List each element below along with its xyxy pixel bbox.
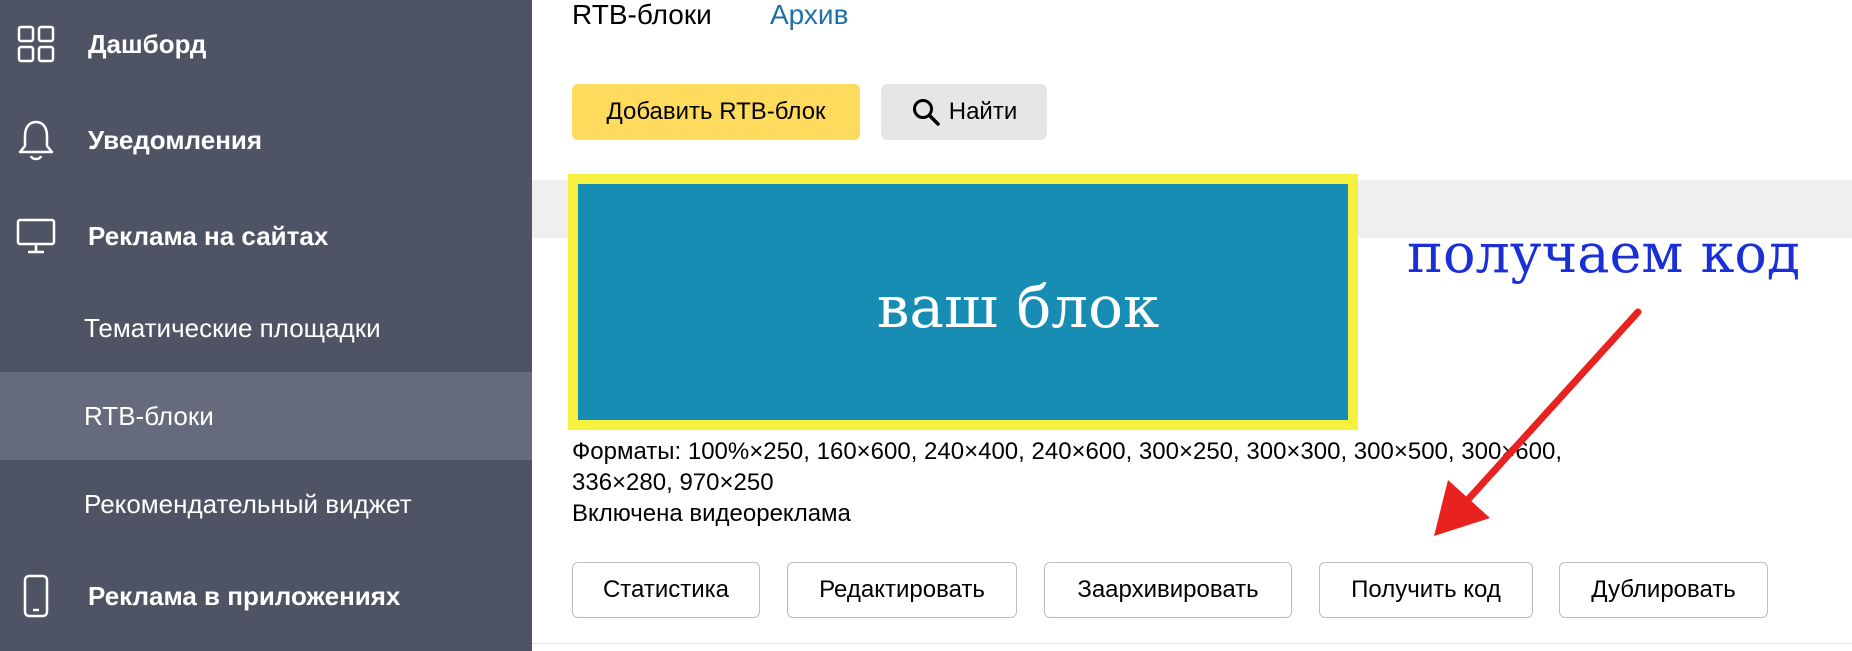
monitor-icon bbox=[14, 214, 58, 258]
dashboard-icon bbox=[14, 22, 58, 66]
search-icon bbox=[912, 99, 940, 126]
block-info: Форматы: 100%×250, 160×600, 240×400, 240… bbox=[572, 436, 1672, 529]
sidebar-item-label: Дашборд bbox=[88, 28, 207, 59]
formats-line-1: Форматы: 100%×250, 160×600, 240×400, 240… bbox=[572, 438, 1563, 465]
sidebar-item-site-ads[interactable]: Реклама на сайтах bbox=[0, 192, 532, 280]
sidebar-item-label: Рекомендательный виджет bbox=[84, 488, 412, 519]
find-button[interactable]: Найти bbox=[881, 84, 1047, 140]
annotation-text: получаем код bbox=[1407, 222, 1801, 285]
sidebar-item-label: RTB-блоки bbox=[84, 400, 214, 431]
tab-archive[interactable]: Архив bbox=[770, 0, 848, 32]
edit-button[interactable]: Редактировать bbox=[787, 562, 1017, 618]
find-button-label: Найти bbox=[948, 98, 1018, 125]
add-rtb-block-button[interactable]: Добавить RTB-блок bbox=[572, 84, 860, 140]
add-button-label: Добавить RTB-блок bbox=[606, 98, 826, 125]
block-preview-text: ваш блок bbox=[876, 273, 1160, 341]
bell-icon bbox=[14, 118, 58, 162]
archive-button[interactable]: Заархивировать bbox=[1044, 562, 1292, 618]
video-ads-note: Включена видеореклама bbox=[572, 500, 851, 527]
statistics-button[interactable]: Статистика bbox=[572, 562, 760, 618]
duplicate-button[interactable]: Дублировать bbox=[1559, 562, 1768, 618]
phone-icon bbox=[14, 574, 58, 618]
sidebar: Дашборд Уведомления Реклама на сайтах Те… bbox=[0, 0, 532, 651]
sidebar-item-label: Реклама на сайтах bbox=[88, 220, 329, 251]
sidebar-item-dashboard[interactable]: Дашборд bbox=[0, 0, 532, 88]
sidebar-item-rtb-blocks[interactable]: RTB-блоки bbox=[0, 372, 532, 460]
sidebar-item-recommendation-widget[interactable]: Рекомендательный виджет bbox=[0, 460, 532, 548]
sidebar-item-thematic-sites[interactable]: Тематические площадки bbox=[0, 284, 532, 372]
get-code-button[interactable]: Получить код bbox=[1319, 562, 1533, 618]
tab-rtb-blocks[interactable]: RTB-блоки bbox=[572, 0, 712, 32]
sidebar-item-label: Реклама в приложениях bbox=[88, 580, 401, 611]
block-preview: ваш блок bbox=[568, 174, 1358, 430]
sidebar-item-label: Уведомления bbox=[88, 124, 263, 155]
sidebar-item-app-ads[interactable]: Реклама в приложениях bbox=[0, 552, 532, 640]
sidebar-item-label: Тематические площадки bbox=[84, 312, 381, 343]
formats-line-2: 336×280, 970×250 bbox=[572, 469, 774, 496]
divider bbox=[532, 643, 1852, 644]
sidebar-item-notifications[interactable]: Уведомления bbox=[0, 96, 532, 184]
